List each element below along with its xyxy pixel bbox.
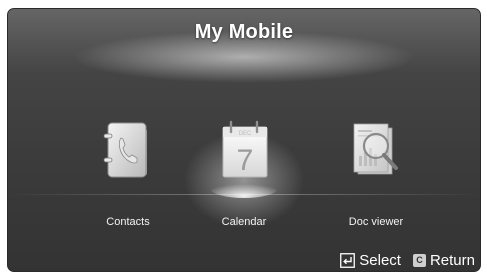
return-button[interactable]: C Return	[405, 252, 475, 269]
footer-hints: Select C Return	[340, 252, 475, 269]
my-mobile-screen: My Mobile Contacts DEC 7 Calendar Doc vi…	[7, 8, 481, 272]
app-calendar[interactable]: DEC 7 Calendar	[194, 118, 294, 228]
app-contacts[interactable]: Contacts	[78, 118, 178, 228]
calendar-month: DEC	[239, 131, 252, 137]
app-label-calendar: Calendar	[221, 216, 267, 228]
contacts-book-icon	[103, 122, 147, 178]
app-label-contacts: Contacts	[106, 216, 150, 228]
calendar-icon: DEC 7	[210, 120, 278, 198]
calendar-day: 7	[237, 144, 254, 177]
select-label: Select	[359, 251, 401, 269]
doc-viewer-magnifier-icon	[353, 123, 398, 175]
return-key-icon: C	[412, 253, 426, 267]
return-label: Return	[429, 251, 475, 269]
enter-key-icon	[340, 252, 356, 268]
select-button[interactable]: Select	[340, 252, 401, 269]
page-title: My Mobile	[194, 21, 294, 43]
app-doc-viewer[interactable]: Doc viewer	[326, 118, 426, 228]
app-label-doc-viewer: Doc viewer	[348, 216, 404, 228]
